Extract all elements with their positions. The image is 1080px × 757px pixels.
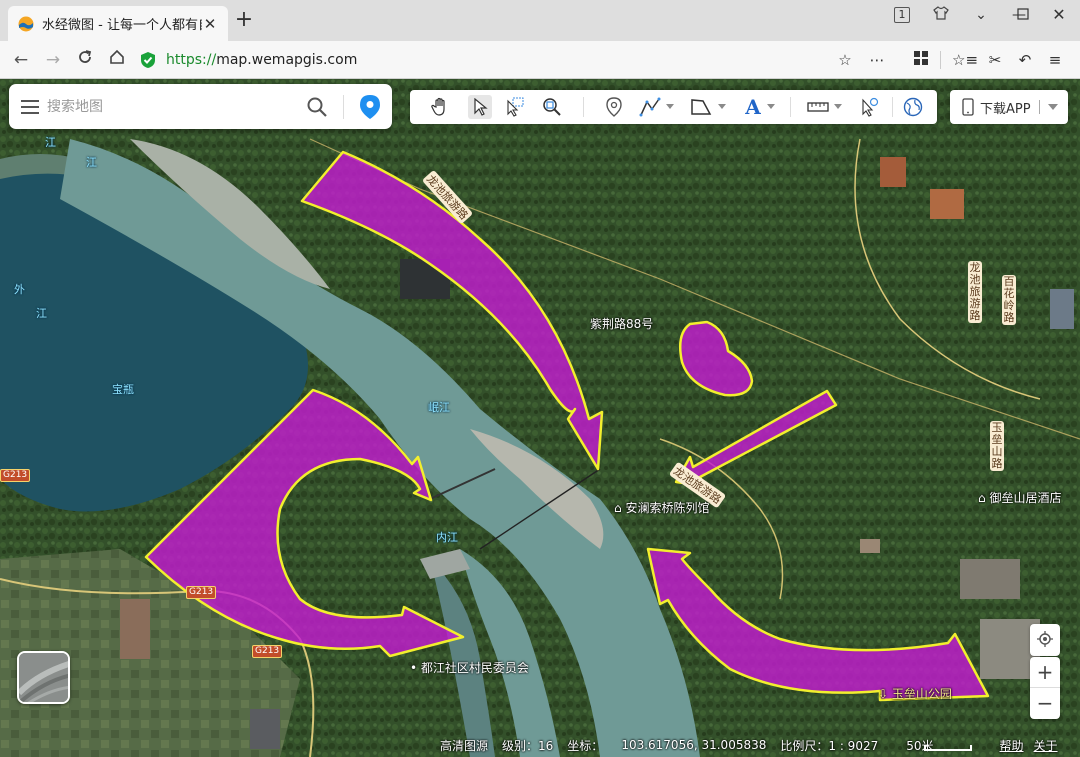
tab-close-icon[interactable]: ✕ — [202, 15, 218, 33]
text-tool-icon[interactable]: A — [741, 95, 765, 119]
download-app-separator — [1038, 100, 1040, 114]
menu-chevron-icon[interactable]: ⌄ — [970, 5, 992, 25]
tab-count-icon[interactable]: 1 — [894, 7, 910, 23]
polyline-tool-icon[interactable] — [638, 95, 662, 119]
river-label-mid: 岷江 — [428, 401, 450, 414]
river-label-lake: 宝瓶 — [112, 383, 134, 396]
text-caret-icon[interactable] — [767, 104, 775, 109]
road-label-longchi-right: 龙池旅游路 — [968, 261, 982, 323]
imagery-source-link[interactable]: 高清图源 — [440, 737, 488, 754]
forward-icon[interactable]: → — [42, 49, 64, 71]
globe-icon[interactable] — [901, 95, 925, 119]
hamburger-menu-icon[interactable]: ≡ — [1044, 49, 1066, 71]
poi-hotel[interactable]: ⌂ 御垒山居酒店 — [978, 489, 1061, 506]
back-icon[interactable]: ← — [10, 49, 32, 71]
poi-museum[interactable]: ⌂ 安澜索桥陈列馆 — [614, 499, 709, 516]
search-divider — [343, 94, 344, 119]
secure-shield-icon — [141, 52, 155, 68]
polygon-tool-icon[interactable] — [689, 95, 713, 119]
locate-me-icon[interactable] — [1030, 624, 1060, 654]
query-pointer-icon[interactable] — [857, 95, 881, 119]
skin-icon[interactable] — [930, 5, 952, 25]
tab-title: 水经微图 - 让每一个人都有自 — [42, 18, 202, 33]
zoom-box-icon[interactable] — [540, 95, 564, 119]
layer-switcher[interactable] — [17, 651, 70, 704]
coord-label: 坐标： — [567, 738, 604, 753]
favorites-list-icon[interactable]: ☆≡ — [952, 49, 978, 71]
poi-village-label: 都江社区村民委员会 — [420, 661, 529, 675]
addr-divider — [940, 51, 941, 69]
road-shield-g213-a: G213 — [0, 469, 31, 482]
apps-grid-icon[interactable] — [910, 49, 932, 71]
browser-tab[interactable]: 水经微图 - 让每一个人都有自 ✕ — [8, 6, 228, 41]
poi-park-label: 玉垒山公园 — [891, 687, 952, 701]
zoom-out-button[interactable]: − — [1030, 688, 1060, 718]
polygon-caret-icon[interactable] — [718, 104, 726, 109]
scale-bar — [924, 745, 972, 751]
new-tab-button[interactable]: + — [234, 9, 254, 31]
toolbar-separator — [583, 97, 584, 117]
location-pin-icon[interactable] — [360, 94, 380, 119]
road-label-yulei: 玉垒山路 — [990, 421, 1004, 471]
poi-park[interactable]: ⇩ 玉垒山公园 — [878, 685, 952, 702]
close-window-icon[interactable]: ✕ — [1048, 5, 1070, 25]
road-shield-g213-c: G213 — [252, 645, 283, 658]
river-label-top-2: 江 — [86, 156, 97, 169]
map-canvas[interactable]: 江 江 外 江 宝瓶 岷江 内江 龙池旅游路 龙池旅游路 龙池旅游路 百花岭路 … — [0, 79, 1080, 757]
search-icon[interactable] — [307, 97, 327, 117]
site-favicon-icon — [18, 16, 34, 31]
poi-hotel-label: 御垒山居酒店 — [989, 491, 1062, 505]
address-bar: ← → https:// map.wemapgis.com ☆ ⋯ ☆≡ ✂ ↶… — [0, 41, 1080, 79]
zoom-in-button[interactable]: + — [1030, 657, 1060, 687]
more-options-icon[interactable]: ⋯ — [866, 49, 888, 71]
scissors-icon[interactable]: ✂ — [984, 49, 1006, 71]
zoom-level-readout: 级别：16 — [502, 738, 554, 753]
download-app-label: 下载APP — [980, 101, 1031, 117]
river-label-top: 江 — [45, 136, 56, 149]
search-input[interactable] — [47, 98, 307, 115]
undo-icon[interactable]: ↶ — [1014, 49, 1036, 71]
browser-tab-bar: 水经微图 - 让每一个人都有自 ✕ + 1 ⌄ — ✕ — [0, 0, 1080, 41]
river-label-left-2: 江 — [36, 307, 47, 320]
road-label-baihua: 百花岭路 — [1002, 275, 1016, 325]
url-field[interactable]: https:// map.wemapgis.com — [140, 46, 900, 74]
menu-icon[interactable] — [21, 99, 39, 114]
poi-museum-label: 安澜索桥陈列馆 — [625, 501, 710, 515]
address-label-zisong: 紫荆路88号 — [590, 317, 654, 331]
status-bar: 高清图源 级别：16 坐标： 103.617056, 31.005838 比例尺… — [440, 735, 1072, 755]
toolbar-separator — [790, 97, 791, 117]
satellite-basemap — [0, 79, 1080, 757]
bookmark-star-icon[interactable]: ☆ — [834, 49, 856, 71]
box-select-icon[interactable] — [503, 95, 527, 119]
locate-control[interactable] — [1030, 624, 1060, 656]
marker-tool-icon[interactable] — [602, 95, 626, 119]
download-app-button[interactable]: 下载APP — [950, 90, 1068, 124]
pointer-select-icon[interactable] — [468, 95, 492, 119]
polyline-caret-icon[interactable] — [666, 104, 674, 109]
pan-hand-icon[interactable] — [428, 95, 452, 119]
river-label-inner: 内江 — [436, 531, 458, 544]
poi-village[interactable]: • 都江社区村民委员会 — [410, 659, 529, 676]
road-shield-g213-b: G213 — [186, 586, 217, 599]
river-label-left-1: 外 — [14, 283, 25, 296]
search-panel — [9, 84, 392, 129]
home-icon[interactable] — [106, 49, 128, 71]
phone-icon — [962, 98, 974, 116]
reload-icon[interactable] — [74, 49, 96, 71]
url-scheme: https:// — [166, 52, 217, 68]
url-host: map.wemapgis.com — [216, 52, 358, 68]
about-link[interactable]: 关于 — [1034, 737, 1058, 754]
coord-readout: 103.617056, 31.005838 — [621, 738, 767, 752]
measure-caret-icon[interactable] — [834, 104, 842, 109]
map-toolbar: A — [410, 90, 937, 124]
help-link[interactable]: 帮助 — [1000, 737, 1024, 754]
scale-readout: 比例尺：1 : 9027 — [780, 738, 879, 753]
layer-thumbnail-image — [19, 653, 68, 702]
dropdown-caret-icon[interactable] — [1047, 104, 1058, 110]
toolbar-separator — [892, 97, 893, 117]
measure-ruler-icon[interactable] — [806, 95, 830, 119]
zoom-control: + − — [1030, 657, 1060, 719]
maximize-icon[interactable] — [1012, 6, 1034, 26]
